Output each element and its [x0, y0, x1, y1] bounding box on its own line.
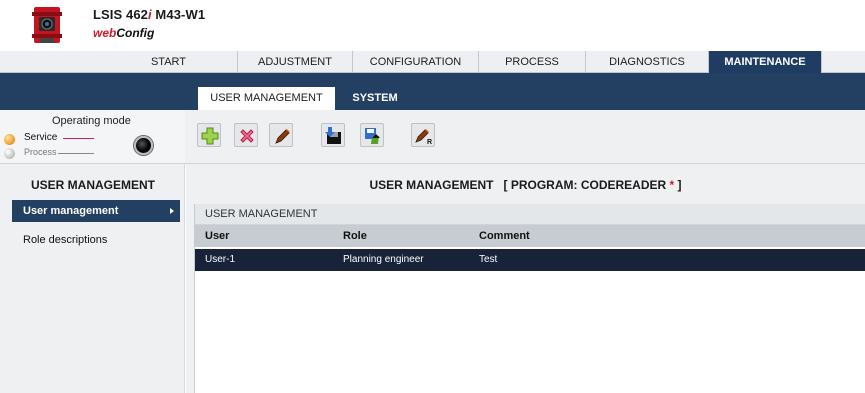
edit-icon — [275, 129, 290, 144]
sidebar-title: USER MANAGEMENT — [31, 178, 156, 192]
save-button[interactable] — [321, 123, 345, 147]
mode-switch-knob[interactable] — [134, 136, 153, 155]
table-row[interactable]: User-1 Planning engineer Test — [195, 249, 865, 271]
sidebar-item-role-descriptions[interactable]: Role descriptions — [12, 229, 180, 251]
process-label: Process — [24, 147, 57, 157]
panel-title: USER MANAGEMENT — [195, 204, 865, 225]
subtab-user-management[interactable]: USER MANAGEMENT — [198, 87, 335, 110]
add-icon — [201, 127, 219, 145]
operating-mode-title: Operating mode — [52, 115, 131, 127]
load-button[interactable] — [360, 123, 384, 147]
load-icon — [365, 128, 380, 144]
app-header: LSIS 462i M43-W1 webConfig — [0, 0, 865, 51]
webconfig-logo: webConfig — [93, 26, 155, 40]
edit-role-button[interactable]: R — [411, 123, 435, 147]
tab-maintenance[interactable]: MAINTENANCE — [709, 51, 822, 73]
process-led-icon — [4, 148, 15, 159]
sub-nav: USER MANAGEMENT SYSTEM — [0, 73, 865, 110]
svg-text:R: R — [427, 139, 432, 146]
cell-role: Planning engineer — [343, 254, 424, 265]
tab-diagnostics[interactable]: DIAGNOSTICS — [586, 51, 709, 73]
product-title: LSIS 462i M43-W1 — [93, 7, 206, 22]
tab-adjustment[interactable]: ADJUSTMENT — [238, 51, 353, 73]
column-header-user[interactable]: User — [205, 225, 229, 247]
chevron-right-icon — [170, 208, 174, 214]
table-header: User Role Comment — [195, 225, 865, 247]
page-title: USER MANAGEMENT [ PROGRAM: CODEREADER * … — [369, 178, 682, 192]
delete-user-button[interactable] — [234, 123, 258, 147]
operating-mode-panel: Operating mode Service Process — [0, 110, 185, 164]
service-indicator-line — [63, 138, 94, 139]
subtab-system[interactable]: SYSTEM — [345, 87, 405, 110]
sidebar-item-label: Role descriptions — [23, 234, 108, 246]
tab-process[interactable]: PROCESS — [479, 51, 586, 73]
add-user-button[interactable] — [197, 123, 221, 147]
process-indicator-line — [58, 153, 94, 154]
service-led-icon — [4, 134, 15, 145]
column-header-role[interactable]: Role — [343, 225, 367, 247]
column-header-comment[interactable]: Comment — [479, 225, 530, 247]
cell-comment: Test — [479, 254, 498, 265]
cell-user: User-1 — [205, 254, 236, 265]
edit-user-button[interactable] — [269, 123, 293, 147]
sidebar-item-label: User management — [23, 205, 119, 217]
tab-configuration[interactable]: CONFIGURATION — [353, 51, 479, 73]
service-label: Service — [24, 132, 58, 143]
main-nav: START ADJUSTMENT CONFIGURATION PROCESS D… — [0, 51, 865, 73]
main-content: USER MANAGEMENT [ PROGRAM: CODEREADER * … — [186, 164, 865, 393]
user-management-panel: USER MANAGEMENT User Role Comment User-1… — [194, 204, 865, 393]
edit-role-icon: R — [415, 129, 432, 146]
device-icon — [32, 7, 62, 43]
sidebar-item-user-management[interactable]: User management — [12, 200, 180, 222]
toolbar: R — [185, 110, 865, 164]
tab-start[interactable]: START — [100, 51, 238, 73]
delete-icon — [240, 129, 254, 143]
sidebar: USER MANAGEMENT User management Role des… — [0, 164, 185, 393]
save-icon — [325, 127, 341, 144]
